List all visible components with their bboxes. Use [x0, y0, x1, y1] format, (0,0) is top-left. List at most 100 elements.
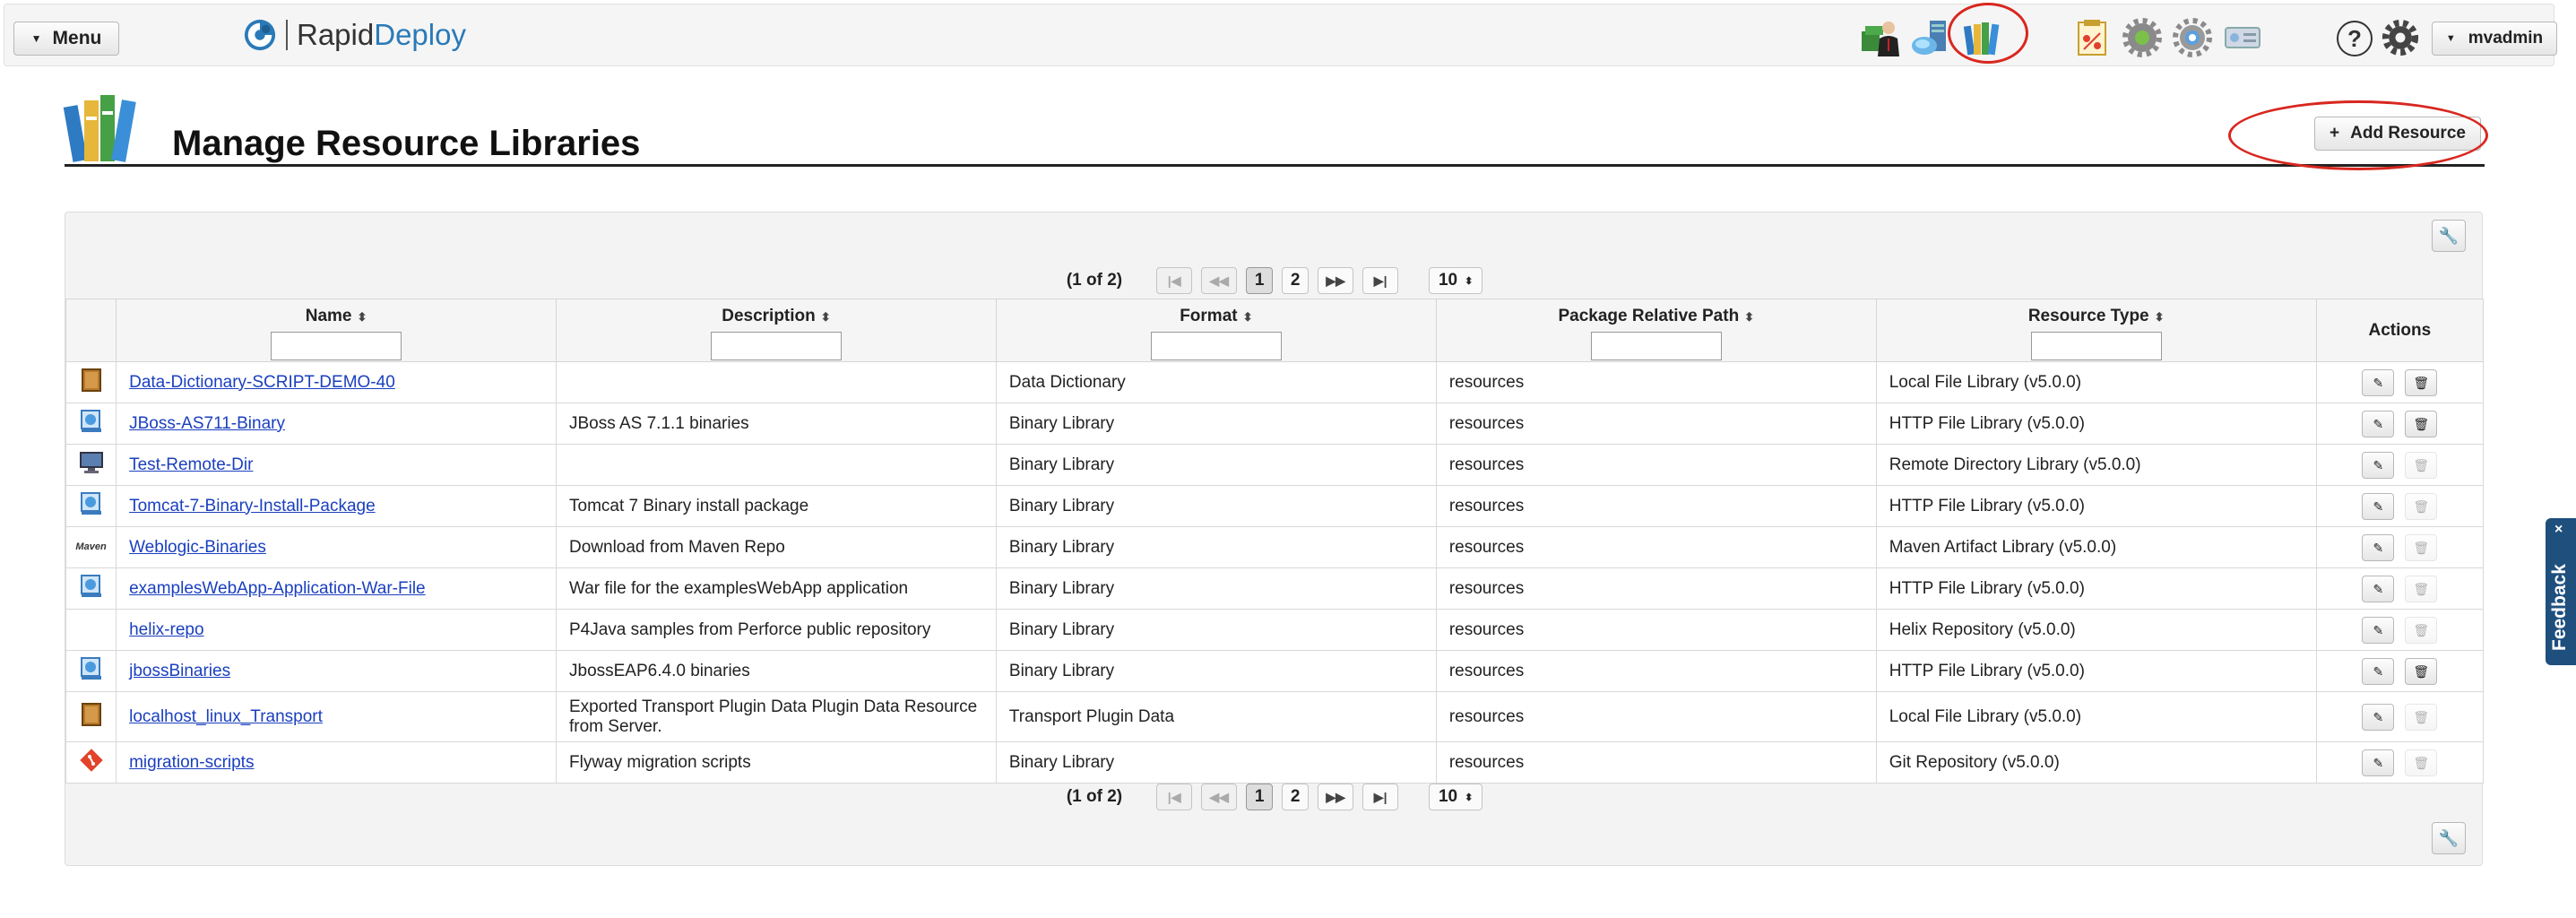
page-2-button[interactable]: 2 [1282, 267, 1310, 294]
resource-name-link[interactable]: Tomcat-7-Binary-Install-Package [129, 497, 376, 515]
table-row: JBoss-AS711-Binary JBoss AS 7.1.1 binarie… [65, 403, 2485, 445]
table-settings-button[interactable]: 🔧 [2432, 822, 2466, 854]
column-header-actions: Actions [2315, 299, 2485, 362]
delete-button[interactable]: 🗑 [2405, 368, 2438, 396]
edit-button[interactable]: ✎ [2362, 410, 2395, 437]
row-type-icon [65, 567, 117, 610]
cell-format: Binary Library [995, 650, 1437, 692]
git-icon [79, 748, 104, 778]
first-page-button[interactable]: |◀ [1156, 267, 1193, 294]
page-2-button[interactable]: 2 [1282, 784, 1310, 810]
cell-name: Test-Remote-Dir [116, 444, 557, 486]
rows-per-page-select[interactable]: 10 ⬍ [1429, 267, 1483, 294]
delete-button[interactable]: 🗑 [2405, 657, 2438, 685]
delete-button[interactable]: 🗑 [2405, 410, 2438, 437]
page-count: (1 of 2) [1066, 271, 1123, 290]
add-resource-button[interactable]: + Add Resource [2314, 117, 2481, 151]
resource-name-link[interactable]: Test-Remote-Dir [129, 455, 253, 474]
column-header-format[interactable]: Format ⬍ [995, 299, 1437, 362]
delete-button: 🗑 [2405, 703, 2438, 731]
last-page-button[interactable]: ▶| [1362, 267, 1399, 294]
servers-icon[interactable] [1910, 17, 1951, 58]
resource-name-link[interactable]: localhost_linux_Transport [129, 707, 323, 726]
server-status-icon[interactable] [2222, 17, 2263, 58]
type-filter-input[interactable] [2030, 332, 2162, 360]
edit-button[interactable]: ✎ [2362, 616, 2395, 644]
cell-format: Binary Library [995, 567, 1437, 610]
page-1-button[interactable]: 1 [1246, 267, 1274, 294]
name-filter-input[interactable] [271, 332, 402, 360]
menu-button[interactable]: ▼ Menu [13, 22, 119, 56]
cell-format: Data Dictionary [995, 361, 1437, 403]
cell-format: Binary Library [995, 444, 1437, 486]
edit-button[interactable]: ✎ [2362, 575, 2395, 602]
settings-cog-icon[interactable] [2172, 17, 2213, 58]
delete-button: 🗑 [2405, 749, 2438, 776]
resource-name-link[interactable]: examplesWebApp-Application-War-File [129, 579, 426, 598]
resource-name-link[interactable]: jbossBinaries [129, 662, 230, 680]
table-row: migration-scripts Flyway migration script… [65, 741, 2485, 784]
close-icon[interactable]: × [2554, 522, 2563, 538]
row-type-icon [65, 609, 117, 651]
last-page-button[interactable]: ▶| [1362, 784, 1399, 810]
pencil-icon: ✎ [2373, 755, 2384, 770]
prev-page-button[interactable]: ◀◀ [1201, 267, 1238, 294]
sort-icon: ⬍ [357, 310, 367, 324]
cell-path: resources [1435, 691, 1877, 742]
cell-name: helix-repo [116, 609, 557, 651]
next-page-button[interactable]: ▶▶ [1318, 267, 1354, 294]
edit-button[interactable]: ✎ [2362, 749, 2395, 776]
help-icon[interactable]: ? [2337, 21, 2373, 56]
page-1-button[interactable]: 1 [1246, 784, 1274, 810]
user-menu-button[interactable]: ▼ mvadmin [2432, 22, 2557, 56]
environments-icon[interactable] [1860, 17, 1901, 58]
feedback-tab[interactable]: × Feedback [2546, 518, 2576, 665]
edit-button[interactable]: ✎ [2362, 657, 2395, 685]
resource-name-link[interactable]: helix-repo [129, 620, 203, 639]
resource-name-link[interactable]: migration-scripts [129, 753, 254, 772]
trash-icon: 🗑 [2413, 755, 2430, 770]
gear-icon[interactable] [2382, 19, 2419, 56]
description-filter-input[interactable] [710, 332, 842, 360]
jobs-icon[interactable] [2071, 17, 2113, 58]
edit-button[interactable]: ✎ [2362, 703, 2395, 731]
plus-icon: + [2330, 124, 2340, 143]
next-page-button[interactable]: ▶▶ [1318, 784, 1354, 810]
resource-name-link[interactable]: Data-Dictionary-SCRIPT-DEMO-40 [129, 373, 395, 392]
cell-name: jbossBinaries [116, 650, 557, 692]
trash-icon: 🗑 [2413, 416, 2430, 431]
rows-per-page-select[interactable]: 10 ⬍ [1429, 784, 1483, 810]
edit-button[interactable]: ✎ [2362, 492, 2395, 520]
column-header-path[interactable]: Package Relative Path ⬍ [1435, 299, 1877, 362]
icon-column-header [65, 299, 117, 362]
column-header-name[interactable]: Name ⬍ [116, 299, 557, 362]
cell-actions: ✎ 🗑 [2315, 361, 2485, 403]
resource-name-link[interactable]: JBoss-AS711-Binary [129, 414, 285, 433]
delete-button: 🗑 [2405, 492, 2438, 520]
username: mvadmin [2468, 29, 2544, 48]
edit-button[interactable]: ✎ [2362, 368, 2395, 396]
format-filter-input[interactable] [1150, 332, 1282, 360]
resource-name-link[interactable]: Weblogic-Binaries [129, 538, 266, 557]
edit-button[interactable]: ✎ [2362, 533, 2395, 561]
path-filter-input[interactable] [1590, 332, 1722, 360]
brand[interactable]: RapidDeploy [243, 18, 466, 52]
resource-libraries-icon[interactable] [1962, 17, 2003, 58]
row-type-icon: Maven [65, 526, 117, 568]
pencil-icon: ✎ [2373, 416, 2384, 431]
plugins-icon[interactable] [2122, 17, 2163, 58]
column-header-description[interactable]: Description ⬍ [556, 299, 997, 362]
row-type-icon [65, 444, 117, 486]
table-row: localhost_linux_Transport Exported Transp… [65, 691, 2485, 742]
first-page-button[interactable]: |◀ [1156, 784, 1193, 810]
prev-page-button[interactable]: ◀◀ [1201, 784, 1238, 810]
column-header-type[interactable]: Resource Type ⬍ [1875, 299, 2317, 362]
cell-name: Data-Dictionary-SCRIPT-DEMO-40 [116, 361, 557, 403]
pencil-icon: ✎ [2373, 457, 2384, 472]
pencil-icon: ✎ [2373, 498, 2384, 514]
http-file-library-icon [80, 491, 103, 522]
cell-path: resources [1435, 741, 1877, 784]
table-settings-button[interactable]: 🔧 [2432, 220, 2466, 252]
edit-button[interactable]: ✎ [2362, 451, 2395, 479]
sort-icon: ⬍ [820, 310, 831, 324]
